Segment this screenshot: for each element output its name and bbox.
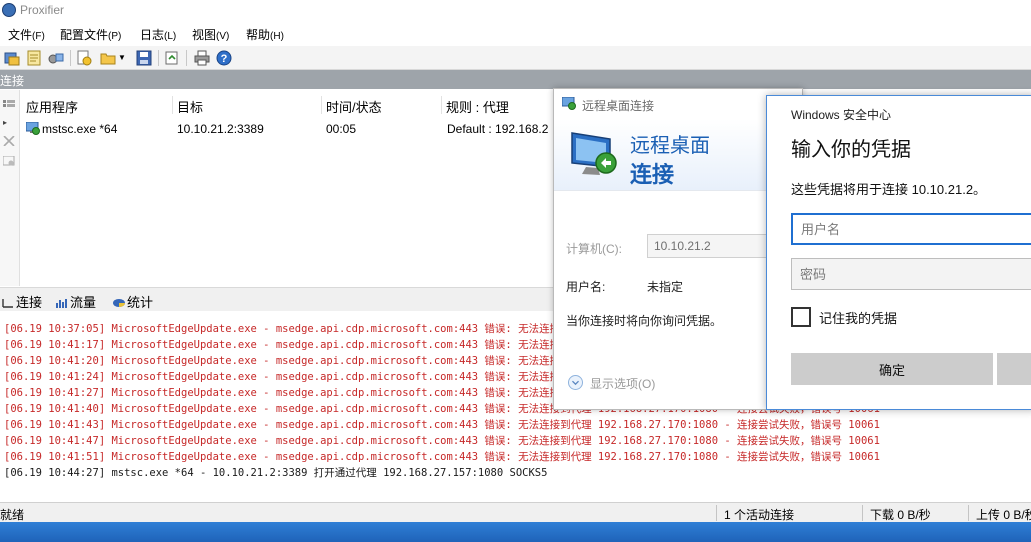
- close-connection-icon[interactable]: [3, 136, 15, 146]
- rdp-banner: 远程桌面 连接: [554, 119, 802, 191]
- rdp-heading-connection: 连接: [630, 162, 675, 187]
- connections-table-header: 应用程序 目标 时间/状态 规则 : 代理: [20, 94, 580, 116]
- column-header-application[interactable]: 应用程序: [26, 97, 78, 116]
- connections-section-header: 连接: [0, 70, 1031, 89]
- log-line: [06.19 10:41:43] MicrosoftEdgeUpdate.exe…: [4, 419, 880, 431]
- windows-security-dialog: Windows 安全中心 输入你的凭据 这些凭据将用于连接 10.10.21.2…: [766, 95, 1031, 410]
- tab-connections[interactable]: 连接: [2, 292, 42, 311]
- print-icon[interactable]: [194, 50, 210, 66]
- password-input[interactable]: [791, 258, 1031, 290]
- status-download-rate: 下载 0 B/秒: [870, 508, 931, 522]
- security-heading: 输入你的凭据: [791, 139, 911, 161]
- status-bar: 就绪 1 个活动连接 下载 0 B/秒 上传 0 B/秒: [0, 502, 1031, 522]
- log-line: [06.19 10:44:27] mstsc.exe *64 - 10.10.2…: [4, 467, 548, 479]
- toolbar-separator: [70, 50, 71, 66]
- status-separator: [862, 505, 863, 521]
- connections-icon: [2, 299, 13, 308]
- log-line: [06.19 10:41:20] MicrosoftEdgeUpdate.exe…: [4, 355, 571, 367]
- toolbar-separator: [158, 50, 159, 66]
- chevron-down-circle-icon: [568, 375, 583, 390]
- column-separator[interactable]: [441, 96, 442, 114]
- rdp-computer-label: 计算机(C):: [566, 242, 622, 256]
- column-separator[interactable]: [172, 96, 173, 114]
- new-profile-icon[interactable]: [4, 50, 20, 66]
- log-line: [06.19 10:41:47] MicrosoftEdgeUpdate.exe…: [4, 435, 880, 447]
- table-row[interactable]: mstsc.exe *64 10.10.21.2:3389 00:05 Defa…: [20, 118, 580, 140]
- list-view-icon[interactable]: [3, 100, 15, 110]
- menu-file[interactable]: 文件(F): [8, 26, 45, 43]
- window-icon[interactable]: [3, 156, 15, 166]
- cell-time-status: 00:05: [326, 122, 357, 136]
- remember-credentials-label[interactable]: 记住我的凭据: [819, 308, 897, 327]
- cell-target: 10.10.21.2:3389: [177, 122, 264, 136]
- expand-arrow-icon[interactable]: ▸: [3, 118, 15, 128]
- rdp-small-icon: [562, 97, 576, 110]
- windows-taskbar[interactable]: [0, 522, 1031, 542]
- rdp-credential-note: 当你连接时将向你询问凭据。: [566, 314, 723, 328]
- username-input[interactable]: [791, 213, 1031, 245]
- menu-bar: 文件(F) 配置文件(P) 日志(L) 视图(V) 帮助(H): [0, 22, 1031, 44]
- security-dialog-title: Windows 安全中心: [791, 108, 892, 122]
- log-line: [06.19 10:41:51] MicrosoftEdgeUpdate.exe…: [4, 451, 880, 463]
- rdp-heading-remote-desktop: 远程桌面: [630, 135, 710, 157]
- cancel-button[interactable]: [997, 353, 1031, 385]
- rdp-username-label: 用户名:: [566, 280, 606, 294]
- tab-traffic[interactable]: 流量: [56, 292, 96, 311]
- log-line: [06.19 10:41:24] MicrosoftEdgeUpdate.exe…: [4, 371, 571, 383]
- status-active-connections: 1 个活动连接: [724, 508, 795, 522]
- rdp-window-title: 远程桌面连接: [582, 99, 655, 113]
- svg-text:?: ?: [221, 53, 228, 65]
- statistics-pie-icon: [113, 299, 125, 307]
- side-action-strip: ▸: [0, 90, 20, 286]
- status-separator: [968, 505, 969, 521]
- security-description: 这些凭据将用于连接 10.10.21.2。: [791, 182, 987, 197]
- toolbar-separator: [186, 50, 187, 66]
- status-separator: [716, 505, 717, 521]
- mstsc-app-icon: [26, 122, 40, 135]
- column-header-target[interactable]: 目标: [177, 97, 203, 116]
- status-ready: 就绪: [0, 508, 25, 522]
- menu-view[interactable]: 视图(V): [192, 26, 229, 43]
- menu-profile[interactable]: 配置文件(P): [60, 26, 121, 43]
- save-icon[interactable]: [136, 50, 152, 66]
- proxifier-title-bar: Proxifier: [0, 0, 1031, 20]
- edit-rules-icon[interactable]: [26, 50, 42, 66]
- ok-button[interactable]: 确定: [791, 353, 993, 385]
- export-icon[interactable]: [164, 50, 180, 66]
- column-header-time-status[interactable]: 时间/状态: [326, 97, 382, 116]
- open-profile-icon[interactable]: [76, 50, 92, 66]
- rdp-title-bar[interactable]: 远程桌面连接: [554, 89, 802, 119]
- rdp-username-value: 未指定: [647, 280, 684, 294]
- folder-icon[interactable]: [100, 50, 116, 66]
- status-upload-rate: 上传 0 B/秒: [976, 508, 1031, 522]
- remember-credentials-checkbox[interactable]: [791, 307, 811, 327]
- cell-application: mstsc.exe *64: [42, 122, 118, 136]
- chevron-down-icon[interactable]: ▼: [118, 53, 126, 69]
- proxifier-app-icon: [2, 3, 16, 17]
- toolbar: ▼ ?: [0, 46, 1031, 70]
- traffic-chart-icon: [56, 299, 67, 308]
- column-separator[interactable]: [321, 96, 322, 114]
- log-line: [06.19 10:41:27] MicrosoftEdgeUpdate.exe…: [4, 387, 571, 399]
- view-tabs: 连接 流量 统计: [0, 287, 560, 311]
- column-header-rule-proxy[interactable]: 规则 : 代理: [446, 97, 509, 116]
- log-line: [06.19 10:41:17] MicrosoftEdgeUpdate.exe…: [4, 339, 571, 351]
- menu-help[interactable]: 帮助(H): [246, 26, 284, 43]
- menu-log[interactable]: 日志(L): [140, 26, 176, 43]
- cell-rule-proxy: Default : 192.168.2: [447, 122, 549, 136]
- remote-desktop-monitor-icon: [571, 132, 617, 175]
- window-title: Proxifier: [20, 3, 65, 17]
- proxy-servers-icon[interactable]: [48, 50, 64, 66]
- log-line: [06.19 10:37:05] MicrosoftEdgeUpdate.exe…: [4, 323, 571, 335]
- help-icon[interactable]: ?: [216, 50, 232, 66]
- tab-statistics[interactable]: 统计: [113, 292, 153, 311]
